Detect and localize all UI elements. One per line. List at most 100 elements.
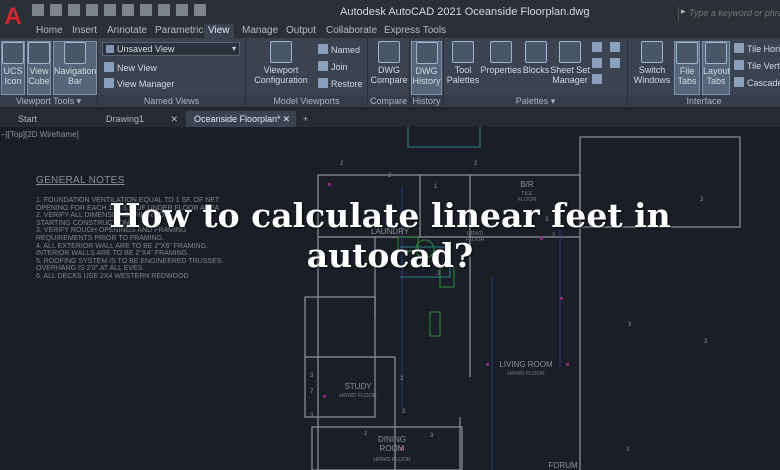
dwg-history-label: DWG History (412, 66, 441, 86)
viewport-configuration-button[interactable]: Viewport Configuration (250, 41, 312, 85)
ucs-icon-label: UCS Icon (3, 66, 23, 86)
layout-tabs-button[interactable]: Layout Tabs (702, 41, 730, 95)
save-icon[interactable] (68, 4, 80, 16)
navigation-bar-button[interactable]: Navigation Bar (53, 41, 97, 95)
cloud-save-icon[interactable] (122, 4, 134, 16)
design-center-icon (592, 74, 602, 84)
named-view-dropdown[interactable]: Unsaved View ▾ (102, 42, 240, 56)
viewport-configuration-label: Viewport Configuration (254, 65, 308, 85)
panel-interface: Switch Windows File Tabs Layout Tabs Til… (628, 38, 780, 108)
dwg-compare-label: DWG Compare (370, 65, 408, 85)
share-icon[interactable] (194, 4, 206, 16)
undo-icon[interactable] (158, 4, 170, 16)
tile-vertically-icon (734, 60, 744, 70)
tab-home[interactable]: Home (32, 24, 67, 38)
cloud-open-icon[interactable] (104, 4, 116, 16)
blocks-label: Blocks (522, 65, 550, 75)
chevron-right-icon: ▸ (681, 6, 686, 16)
switch-windows-icon (641, 41, 663, 63)
tab-view[interactable]: View (204, 24, 234, 38)
dwg-history-button[interactable]: DWG History (411, 41, 442, 95)
ucs-icon-button[interactable]: UCS Icon (1, 41, 25, 95)
dim-overlay (0, 127, 780, 470)
panel-history: DWG History History (410, 38, 444, 108)
doc-tab-start[interactable]: Start (10, 111, 94, 127)
new-tab-button[interactable]: + (298, 111, 316, 127)
open-folder-icon[interactable] (50, 4, 62, 16)
quickcalc-button[interactable] (592, 58, 605, 70)
tab-express-tools[interactable]: Express Tools (380, 24, 450, 38)
new-file-icon[interactable] (32, 4, 44, 16)
tile-vertically-button[interactable]: Tile Verti (734, 60, 780, 72)
dwg-compare-icon (378, 41, 400, 63)
interface-title: Interface (628, 95, 780, 107)
tool-palettes-button[interactable]: Tool Palettes (446, 41, 480, 85)
print-icon[interactable] (140, 4, 152, 16)
layer-properties-button[interactable] (610, 42, 623, 54)
tab-insert[interactable]: Insert (68, 24, 101, 38)
panel-compare: DWG Compare Compare (368, 38, 410, 108)
new-view-icon (104, 62, 114, 72)
design-center-button[interactable] (592, 74, 605, 86)
new-view-button[interactable]: New View (104, 62, 157, 74)
tab-manage[interactable]: Manage (238, 24, 282, 38)
calculator-icon (592, 58, 602, 68)
cascade-button[interactable]: Cascade (734, 77, 780, 89)
sheet-set-manager-icon (559, 41, 581, 63)
named-button[interactable]: Named (318, 44, 360, 56)
tab-parametric[interactable]: Parametric (151, 24, 207, 38)
redo-icon[interactable] (176, 4, 188, 16)
file-tabs-button[interactable]: File Tabs (674, 41, 700, 95)
named-views-title: Named Views (98, 95, 245, 107)
external-references-button[interactable] (610, 58, 623, 70)
tab-output[interactable]: Output (282, 24, 320, 38)
palettes-title[interactable]: Palettes ▾ (444, 95, 627, 107)
document-tabs: Start Drawing1 ✕ Oceanside Floorplan* ✕ + (0, 109, 780, 127)
file-tabs-label: File Tabs (677, 66, 697, 86)
join-icon (318, 61, 328, 71)
view-manager-icon (104, 78, 114, 88)
save-as-icon[interactable] (86, 4, 98, 16)
switch-windows-button[interactable]: Switch Windows (632, 41, 672, 85)
tool-palettes-icon (452, 41, 474, 63)
switch-windows-label: Switch Windows (633, 65, 671, 85)
dwg-compare-button[interactable]: DWG Compare (370, 41, 408, 85)
join-button[interactable]: Join (318, 61, 348, 73)
view-cube-button[interactable]: View Cube (27, 41, 51, 95)
restore-button[interactable]: Restore (318, 78, 363, 90)
markup-set-manager-button[interactable] (592, 42, 605, 54)
sheet-set-manager-button[interactable]: Sheet Set Manager (550, 41, 590, 85)
search-box[interactable]: ▸ (678, 6, 780, 20)
layout-tabs-label: Layout Tabs (703, 66, 731, 86)
properties-label: Properties (480, 65, 522, 75)
viewport-tools-title[interactable]: Viewport Tools ▾ (0, 95, 97, 107)
navigation-bar-label: Navigation Bar (54, 66, 97, 86)
doc-tab-oceanside[interactable]: Oceanside Floorplan* ✕ (186, 111, 296, 127)
history-title: History (410, 95, 443, 107)
view-cube-icon (28, 42, 50, 64)
markup-icon (592, 42, 602, 52)
tile-horizontally-button[interactable]: Tile Hori (734, 43, 780, 55)
cascade-icon (734, 77, 744, 87)
doc-tab-drawing1[interactable]: Drawing1 ✕ (98, 111, 184, 127)
blocks-button[interactable]: Blocks (522, 41, 550, 75)
chevron-down-icon: ▾ (231, 44, 236, 53)
sheet-set-manager-label: Sheet Set Manager (550, 65, 590, 85)
panel-model-viewports: Viewport Configuration Named Join Restor… (246, 38, 368, 108)
blocks-icon (525, 41, 547, 63)
ucs-icon (2, 42, 24, 64)
close-icon[interactable]: ✕ (170, 111, 178, 127)
properties-button[interactable]: Properties (480, 41, 522, 75)
close-icon[interactable]: ✕ (282, 111, 290, 127)
dwg-history-icon (415, 42, 438, 64)
panel-viewport-tools: UCS Icon View Cube Navigation Bar Viewpo… (0, 38, 98, 108)
layers-icon (610, 42, 620, 52)
view-icon (106, 45, 114, 53)
model-viewports-title: Model Viewports (246, 95, 367, 107)
tab-collaborate[interactable]: Collaborate (322, 24, 381, 38)
tool-palettes-label: Tool Palettes (446, 65, 480, 85)
tab-annotate[interactable]: Annotate (103, 24, 151, 38)
viewport-configuration-icon (270, 41, 292, 63)
search-input[interactable] (689, 7, 780, 19)
view-manager-button[interactable]: View Manager (104, 78, 174, 90)
